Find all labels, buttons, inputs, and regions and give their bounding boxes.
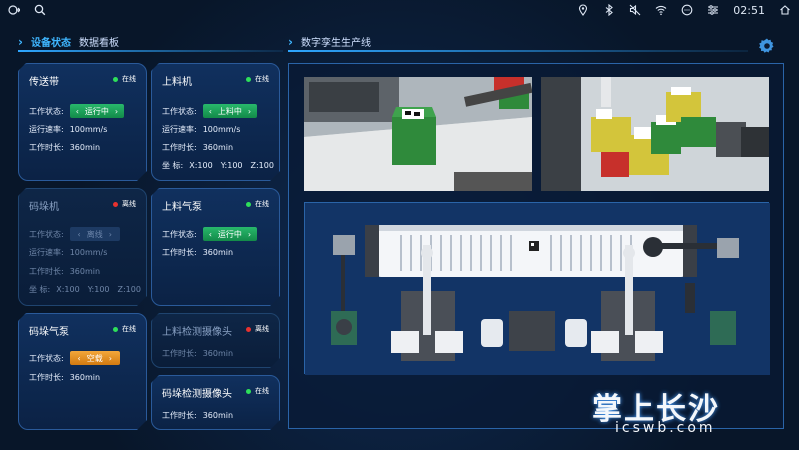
offline-dot-icon	[246, 327, 251, 332]
label-speed: 运行速率:	[29, 125, 64, 134]
card-stacker-pump[interactable]: 码垛气泵 在线 工作状态: ‹ 空载 › 工作时长: 360min	[18, 313, 147, 430]
state-pill[interactable]: ‹ 运行中 ›	[70, 104, 124, 118]
duration-value: 360min	[69, 373, 101, 382]
home-icon[interactable]	[779, 4, 791, 16]
label-state: 工作状态:	[29, 229, 64, 239]
online-dot-icon	[113, 327, 118, 332]
clock: 02:51	[733, 3, 765, 17]
status-badge: 在线	[246, 386, 269, 396]
duration-value: 360min	[69, 143, 101, 152]
gear-icon[interactable]	[758, 37, 776, 55]
card-title: 上料气泵	[162, 202, 202, 213]
label-coord: 坐 标:	[29, 285, 51, 294]
label-state: 工作状态:	[162, 106, 197, 116]
label-duration: 工作时长:	[29, 267, 64, 276]
camera-feed-2	[541, 77, 769, 191]
state-pill[interactable]: ‹ 上料中 ›	[203, 104, 257, 118]
online-dot-icon	[246, 202, 251, 207]
card-title: 上料检测摄像头	[162, 327, 232, 338]
duration-value: 360min	[202, 411, 234, 420]
digital-twin-view	[304, 202, 770, 375]
duration-value: 360min	[202, 248, 234, 257]
label-duration: 工作时长:	[162, 349, 197, 358]
coord-y: Y:100	[220, 161, 243, 170]
label-state: 工作状态:	[29, 353, 64, 363]
camera-feed-1	[304, 77, 532, 191]
duration-value: 360min	[69, 267, 101, 276]
card-title: 上料机	[162, 77, 192, 88]
card-title: 传送带	[29, 77, 59, 88]
card-loader-pump[interactable]: 上料气泵 在线 工作状态: ‹ 运行中 › 工作时长: 360min	[151, 188, 280, 306]
status-badge: 在线	[113, 324, 136, 334]
online-dot-icon	[246, 77, 251, 82]
label-duration: 工作时长:	[29, 143, 64, 152]
chevron-right-icon: ›	[288, 34, 293, 49]
online-dot-icon	[246, 389, 251, 394]
duration-value: 360min	[202, 349, 234, 358]
wifi-icon	[655, 4, 667, 16]
status-badge: 在线	[246, 199, 269, 209]
offline-dot-icon	[113, 202, 118, 207]
card-title: 码垛气泵	[29, 327, 69, 338]
exit-icon[interactable]	[8, 4, 20, 16]
label-speed: 运行速率:	[162, 125, 197, 134]
coord-z: Z:100	[250, 161, 274, 170]
label-duration: 工作时长:	[162, 143, 197, 152]
state-pill[interactable]: ‹ 空载 ›	[70, 351, 120, 365]
bluetooth-icon	[603, 4, 615, 16]
label-duration: 工作时长:	[162, 248, 197, 257]
coord-y: Y:100	[87, 285, 110, 294]
state-pill[interactable]: ‹ 运行中 ›	[203, 227, 257, 241]
search-icon[interactable]	[34, 4, 46, 16]
status-badge: 离线	[113, 199, 136, 209]
card-stacker-camera[interactable]: 码垛检测摄像头 在线 工作时长: 360min	[151, 375, 280, 430]
card-loader-camera[interactable]: 上料检测摄像头 离线 工作时长: 360min	[151, 313, 280, 368]
label-speed: 运行速率:	[29, 248, 64, 257]
card-conveyor[interactable]: 传送带 在线 工作状态: ‹ 运行中 › 运行速率: 100mm/s 工作时长: 360m…	[18, 63, 147, 181]
label-state: 工作状态:	[162, 229, 197, 239]
card-title: 码垛检测摄像头	[162, 389, 232, 400]
tab-device-status[interactable]: 设备状态	[31, 34, 71, 49]
speed-value: 100mm/s	[69, 248, 108, 257]
status-badge: 离线	[246, 324, 269, 334]
online-dot-icon	[113, 77, 118, 82]
watermark-url: icswb.com	[615, 420, 716, 436]
device-status-header: › 设备状态 数据看板	[18, 34, 119, 50]
digital-twin-header: › 数字孪生生产线	[288, 34, 371, 50]
card-stacker[interactable]: 码垛机 离线 工作状态: ‹ 离线 › 运行速率: 100mm/s 工作时长: 360mi…	[18, 188, 147, 306]
status-badge: 在线	[246, 74, 269, 84]
left-header-underline	[18, 50, 283, 52]
settings-sliders-icon[interactable]	[707, 4, 719, 16]
label-coord: 坐 标:	[162, 161, 184, 170]
chat-icon	[681, 4, 693, 16]
status-badge: 在线	[113, 74, 136, 84]
speed-value: 100mm/s	[69, 125, 108, 134]
chevron-right-icon: ›	[18, 34, 23, 49]
label-duration: 工作时长:	[162, 411, 197, 420]
mute-icon	[629, 4, 641, 16]
location-icon	[577, 4, 589, 16]
coord-x: X:100	[56, 285, 80, 294]
label-state: 工作状态:	[29, 106, 64, 116]
speed-value: 100mm/s	[202, 125, 241, 134]
coord-x: X:100	[189, 161, 213, 170]
state-pill[interactable]: ‹ 离线 ›	[70, 227, 120, 241]
digital-twin-title: 数字孪生生产线	[300, 38, 371, 49]
coord-z: Z:100	[117, 285, 141, 294]
right-header-underline	[288, 50, 748, 52]
status-bar: 02:51	[0, 0, 799, 20]
duration-value: 360min	[202, 143, 234, 152]
card-loader[interactable]: 上料机 在线 工作状态: ‹ 上料中 › 运行速率: 100mm/s 工作时长: 360m…	[151, 63, 280, 181]
label-duration: 工作时长:	[29, 373, 64, 382]
tab-data-board[interactable]: 数据看板	[79, 34, 119, 49]
card-title: 码垛机	[29, 202, 59, 213]
